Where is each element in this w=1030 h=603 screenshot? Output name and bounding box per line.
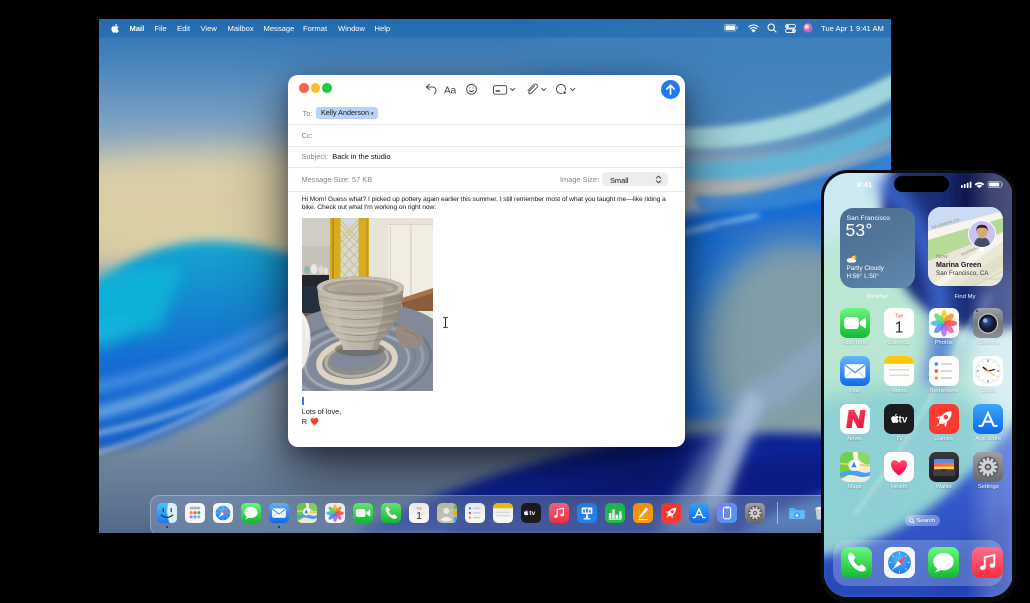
svg-text:tv: tv — [899, 415, 908, 426]
svg-text:tv: tv — [529, 510, 535, 517]
svg-text:Aa: Aa — [444, 85, 457, 96]
svg-text:1: 1 — [895, 319, 904, 336]
svg-text:1: 1 — [416, 510, 422, 522]
